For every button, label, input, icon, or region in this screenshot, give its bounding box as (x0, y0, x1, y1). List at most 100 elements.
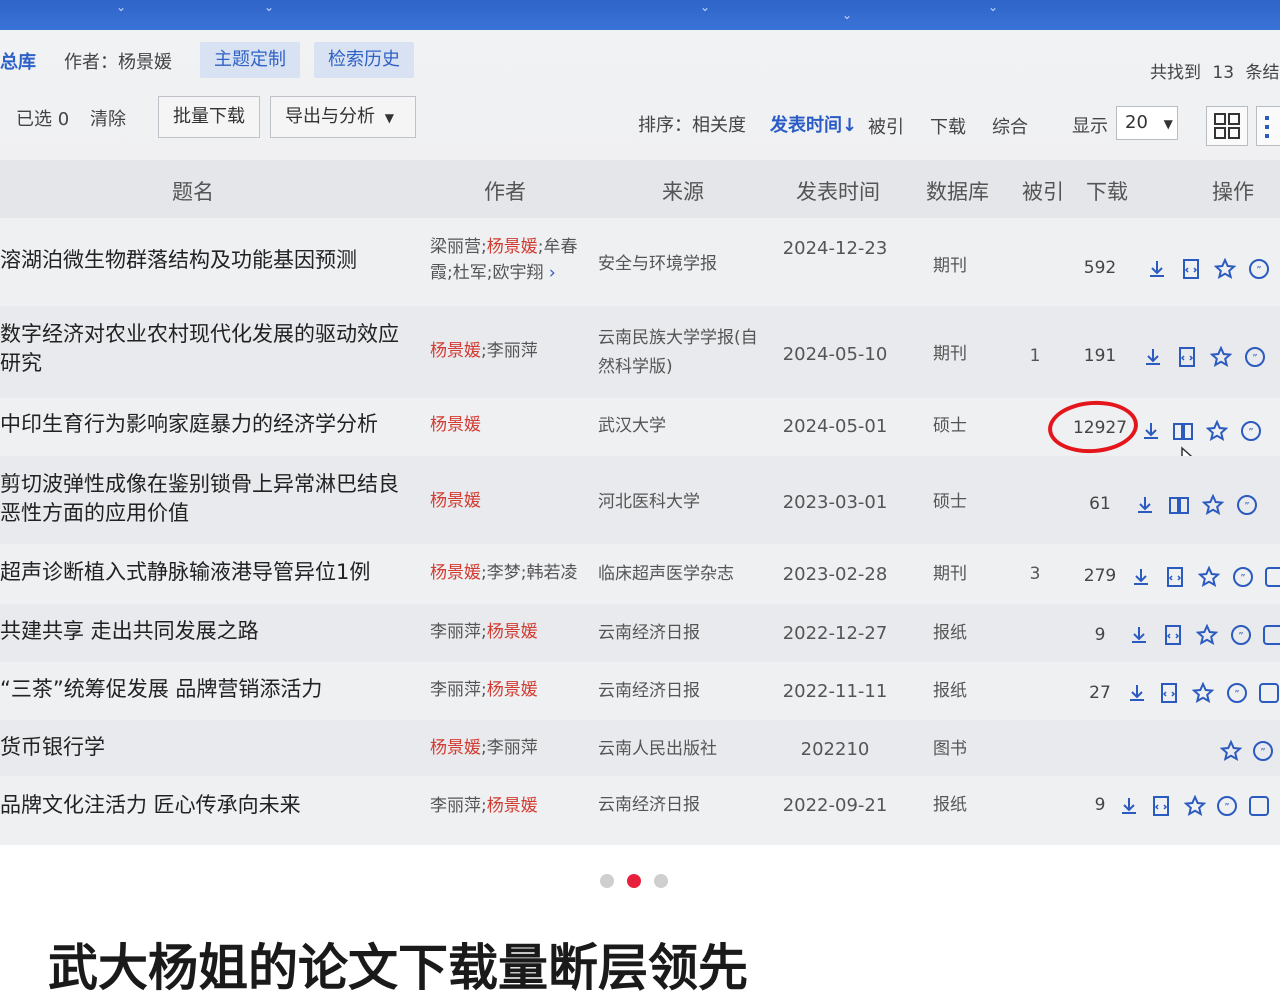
display-label: 显示 (1072, 116, 1108, 137)
grid-view-icon[interactable] (1206, 106, 1248, 146)
table-row[interactable]: 超声诊断植入式静脉输液港导管异位1例 杨景媛;李梦;韩若凌 临床超声医学杂志 2… (0, 544, 1280, 604)
html-read-icon[interactable] (1158, 682, 1180, 704)
carousel-dot-active[interactable] (627, 874, 641, 888)
quote-icon[interactable]: ” (1236, 494, 1258, 516)
row-source[interactable]: 云南经济日报 (598, 677, 768, 706)
row-database: 期刊 (933, 344, 967, 364)
table-row[interactable]: 剪切波弹性成像在鉴别锁骨上异常淋巴结良恶性方面的应用价值 杨景媛 河北医科大学 … (0, 456, 1280, 544)
sort-overall[interactable]: 综合 (992, 113, 1028, 139)
html-read-icon[interactable] (1150, 795, 1172, 817)
top-mark: ⌄ (988, 0, 999, 14)
search-history-button[interactable]: 检索历史 (314, 42, 414, 78)
svg-text:”: ” (1252, 353, 1257, 364)
quote-icon[interactable]: ” (1226, 682, 1248, 704)
row-title[interactable]: 超声诊断植入式静脉输液港导管异位1例 (0, 558, 410, 587)
quote-icon[interactable]: ” (1252, 740, 1274, 762)
list-view-icon[interactable] (1256, 106, 1280, 146)
carousel-dot[interactable] (654, 874, 668, 888)
table-header: 题名 作者 来源 发表时间 数据库 被引 下载 操作 (0, 160, 1280, 218)
sort-cited[interactable]: 被引 (868, 113, 904, 139)
favorite-icon[interactable] (1183, 794, 1207, 817)
download-icon[interactable] (1128, 624, 1150, 646)
quote-icon[interactable]: ” (1216, 795, 1238, 817)
row-source[interactable]: 武汉大学 (598, 412, 768, 441)
col-downloads[interactable]: 下载 (1086, 176, 1128, 206)
ai-icon[interactable] (1264, 566, 1280, 588)
book-read-icon[interactable] (1168, 494, 1190, 516)
table-row[interactable]: 品牌文化注活力 匠心传承向未来 李丽萍;杨景媛 云南经济日报 2022-09-2… (0, 776, 1280, 845)
download-icon[interactable] (1140, 420, 1162, 442)
row-database: 期刊 (933, 256, 967, 276)
row-authors: 杨景媛;李梦;韩若凌 (430, 563, 578, 583)
row-source[interactable]: 云南人民出版社 (598, 735, 768, 764)
batch-download-button[interactable]: 批量下载 (158, 96, 260, 138)
favorite-icon[interactable] (1201, 493, 1225, 516)
col-date[interactable]: 发表时间 (796, 176, 880, 206)
row-title[interactable]: 中印生育行为影响家庭暴力的经济学分析 (0, 410, 410, 439)
quote-icon[interactable]: ” (1232, 566, 1254, 588)
carousel-dot[interactable] (600, 874, 614, 888)
library-label[interactable]: 总库 (0, 48, 36, 74)
html-read-icon[interactable] (1164, 566, 1186, 588)
sort-pubtime[interactable]: 发表时间↓ (770, 111, 857, 137)
row-source[interactable]: 河北医科大学 (598, 488, 768, 517)
sort-download[interactable]: 下载 (930, 113, 966, 139)
download-icon[interactable] (1130, 566, 1152, 588)
book-read-icon[interactable] (1172, 420, 1194, 442)
result-count: 共找到 13 条结 (1150, 63, 1280, 83)
sort-relevance[interactable]: 相关度 (692, 111, 746, 137)
row-title[interactable]: “三茶”统筹促发展 品牌营销添活力 (0, 675, 410, 704)
row-title[interactable]: 品牌文化注活力 匠心传承向未来 (0, 791, 410, 820)
ai-icon[interactable] (1258, 682, 1280, 704)
favorite-icon[interactable] (1213, 257, 1237, 280)
download-icon[interactable] (1146, 258, 1168, 280)
favorite-icon[interactable] (1191, 681, 1215, 704)
quote-icon[interactable]: ” (1248, 258, 1270, 280)
quote-icon[interactable]: ” (1244, 346, 1266, 368)
export-analysis-dropdown[interactable]: 导出与分析 ▼ (270, 96, 416, 138)
favorite-icon[interactable] (1205, 419, 1229, 442)
row-source[interactable]: 云南经济日报 (598, 791, 768, 820)
clear-button[interactable]: 清除 (90, 105, 126, 131)
quote-icon[interactable]: ” (1230, 624, 1252, 646)
row-title[interactable]: 溶湖泊微生物群落结构及功能基因预测 (0, 246, 410, 275)
col-cited[interactable]: 被引 (1022, 176, 1064, 206)
col-source: 来源 (662, 180, 704, 204)
row-authors: 李丽萍;杨景媛 (430, 680, 538, 700)
favorite-icon[interactable] (1219, 739, 1243, 762)
favorite-icon[interactable] (1209, 345, 1233, 368)
action-toolbar: 已选 0 清除 批量下载 导出与分析 ▼ 排序： 相关度 发表时间↓ 被引 下载… (0, 94, 1280, 146)
favorite-icon[interactable] (1195, 623, 1219, 646)
favorite-icon[interactable] (1197, 565, 1221, 588)
row-source[interactable]: 云南民族大学学报(自然科学版) (598, 324, 768, 382)
row-title[interactable]: 共建共享 走出共同发展之路 (0, 617, 410, 646)
ai-icon[interactable] (1248, 795, 1270, 817)
row-source[interactable]: 安全与环境学报 (598, 250, 768, 279)
row-date: 2024-12-23 (782, 238, 888, 259)
table-row[interactable]: 数字经济对农业农村现代化发展的驱动效应研究 杨景媛;李丽萍 云南民族大学学报(自… (0, 306, 1280, 398)
svg-text:”: ” (1244, 501, 1249, 512)
ai-icon[interactable] (1262, 624, 1280, 646)
row-source[interactable]: 云南经济日报 (598, 619, 768, 648)
row-title[interactable]: 数字经济对农业农村现代化发展的驱动效应研究 (0, 320, 410, 378)
table-row[interactable]: 货币银行学 杨景媛;李丽萍 云南人民出版社 202210 图书 ” (0, 720, 1280, 776)
download-icon[interactable] (1134, 494, 1156, 516)
download-icon[interactable] (1142, 346, 1164, 368)
topic-custom-button[interactable]: 主题定制 (200, 42, 300, 78)
quote-icon[interactable]: ” (1240, 420, 1262, 442)
row-title[interactable]: 剪切波弹性成像在鉴别锁骨上异常淋巴结良恶性方面的应用价值 (0, 470, 410, 528)
col-title[interactable]: 题名 (172, 176, 214, 206)
table-row[interactable]: “三茶”统筹促发展 品牌营销添活力 李丽萍;杨景媛 云南经济日报 2022-11… (0, 662, 1280, 720)
download-icon[interactable] (1126, 682, 1148, 704)
row-source[interactable]: 临床超声医学杂志 (598, 560, 768, 589)
row-date: 2022-09-21 (782, 795, 888, 816)
html-read-icon[interactable] (1176, 346, 1198, 368)
table-row[interactable]: 溶湖泊微生物群落结构及功能基因预测 梁丽营;杨景媛;牟春霞;杜军;欧宇翔 › 安… (0, 218, 1280, 306)
download-icon[interactable] (1118, 795, 1140, 817)
page-size-select[interactable]: 20 ▼ (1116, 106, 1178, 140)
html-read-icon[interactable] (1180, 258, 1202, 280)
html-read-icon[interactable] (1162, 624, 1184, 646)
row-authors: 梁丽营;杨景媛;牟春霞;杜军;欧宇翔 › (430, 237, 578, 283)
table-row[interactable]: 共建共享 走出共同发展之路 李丽萍;杨景媛 云南经济日报 2022-12-27 … (0, 604, 1280, 662)
row-title[interactable]: 货币银行学 (0, 733, 410, 762)
